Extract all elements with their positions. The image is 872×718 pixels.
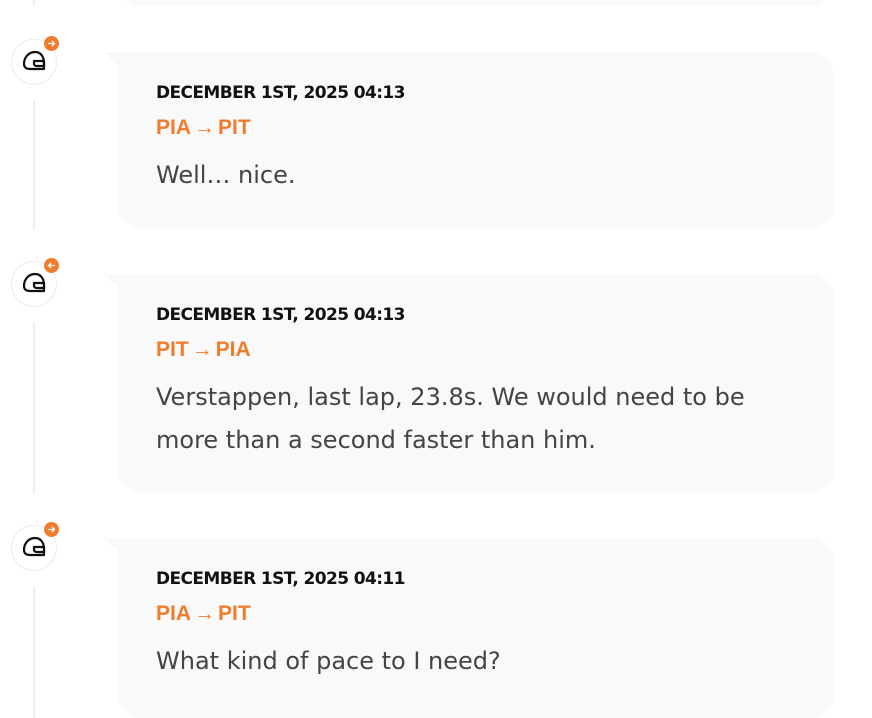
timeline-connector (33, 100, 35, 230)
timeline-connector (33, 322, 35, 494)
route-to: PIT (218, 116, 251, 139)
message-timestamp: DECEMBER 1ST, 2025 04:11 (156, 569, 405, 589)
message-route: PIA → PIT (156, 116, 796, 140)
previous-message-card (118, 0, 834, 6)
route-arrow: → (194, 602, 216, 625)
message-text: Well… nice. (156, 161, 296, 189)
message-timestamp: DECEMBER 1ST, 2025 04:13 (156, 83, 405, 103)
message-card: DECEMBER 1ST, 2025 04:13 PIA → PIT Well… n… (118, 52, 834, 229)
route-from: PIT (156, 338, 189, 361)
route-arrow: → (194, 116, 216, 139)
timeline-connector (33, 587, 35, 718)
arrow-right-icon (44, 522, 59, 537)
route-arrow: → (191, 338, 213, 361)
arrow-right-icon (44, 36, 59, 51)
message-route: PIA → PIT (156, 602, 796, 626)
arrow-left-icon (44, 258, 59, 273)
timeline-connector (33, 0, 35, 6)
message-text: What kind of pace to I need? (156, 647, 501, 675)
route-from: PIA (156, 602, 192, 625)
route-to: PIT (218, 602, 251, 625)
route-to: PIA (215, 338, 251, 361)
message-route: PIT → PIA (156, 338, 796, 362)
radio-message-feed: DECEMBER 1ST, 2025 04:13 PIA → PIT Well… n… (0, 0, 872, 718)
route-from: PIA (156, 116, 192, 139)
message-timestamp: DECEMBER 1ST, 2025 04:13 (156, 305, 405, 325)
message-card: DECEMBER 1ST, 2025 04:11 PIA → PIT What ki… (118, 538, 834, 718)
message-text: Verstappen, last lap, 23.8s. We would ne… (156, 383, 745, 454)
message-card: DECEMBER 1ST, 2025 04:13 PIT → PIA Verstap… (118, 274, 834, 493)
